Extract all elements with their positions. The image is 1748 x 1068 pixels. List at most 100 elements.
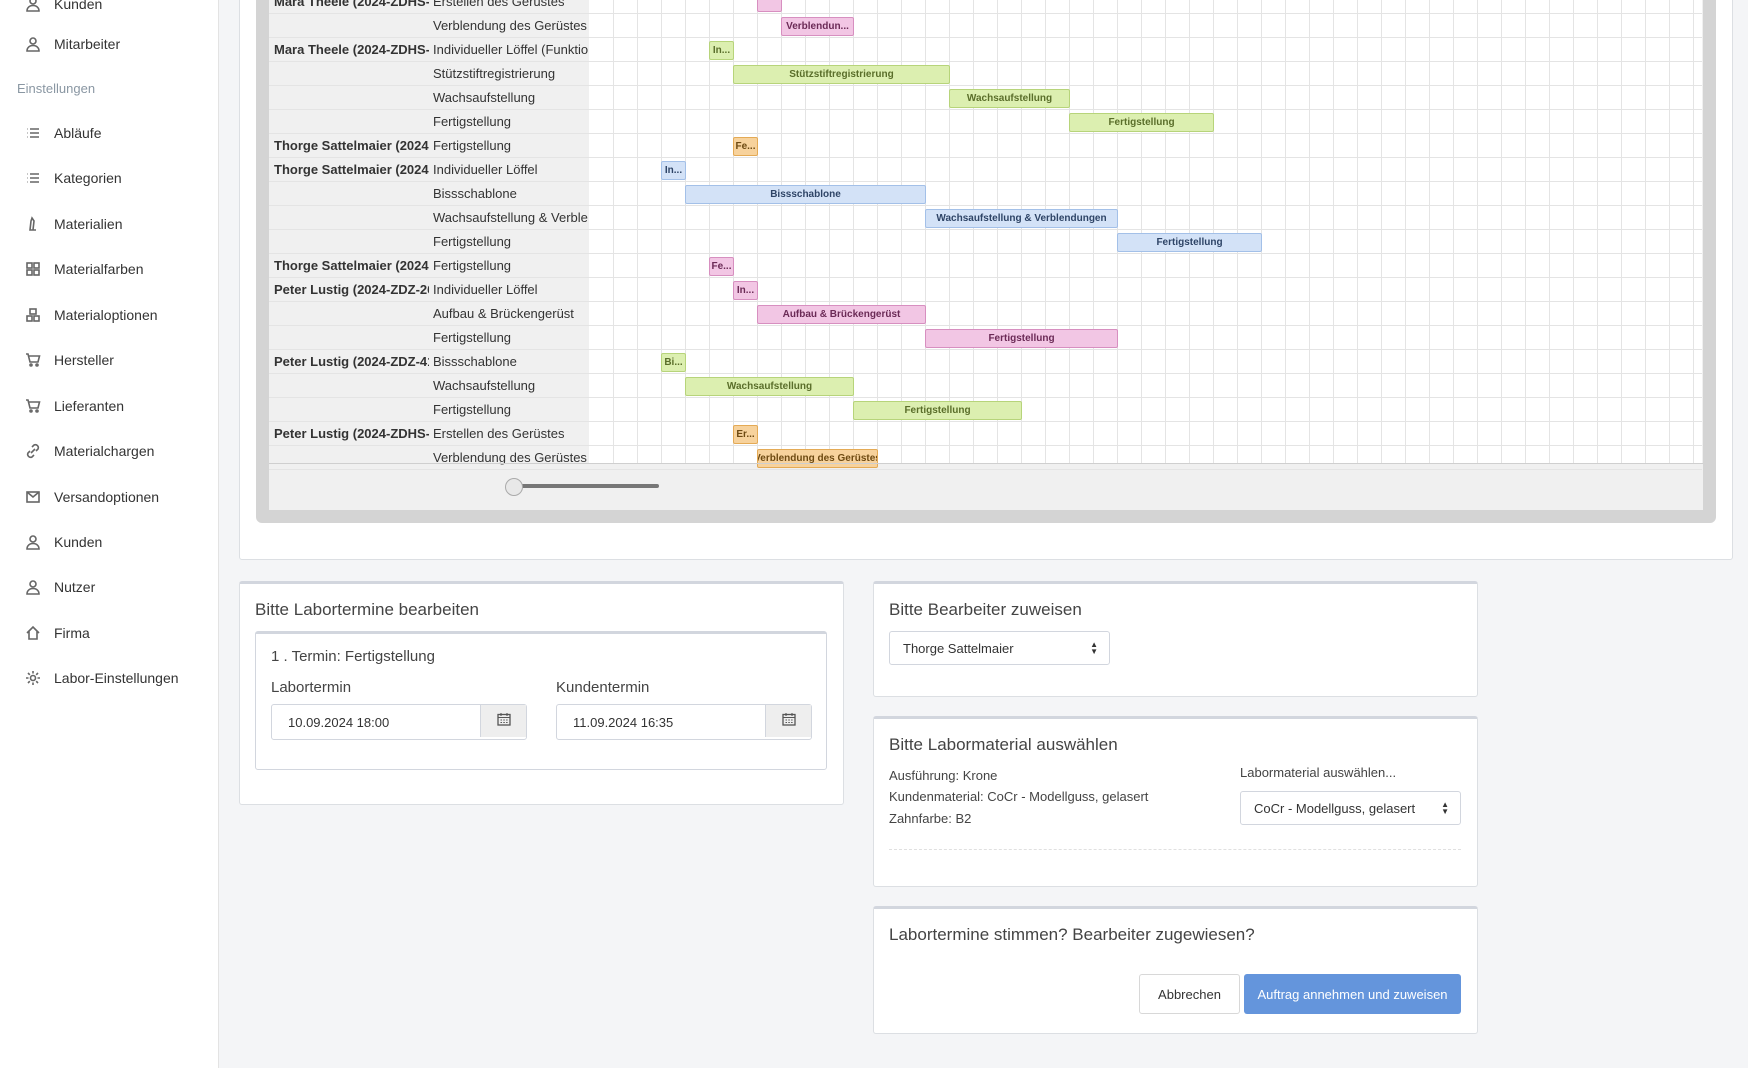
sidebar-item-labor-einstellungen[interactable]: Labor-Einstellungen bbox=[0, 658, 218, 698]
edit-termine-card: Bitte Labortermine bearbeiten 1 . Termin… bbox=[239, 581, 844, 805]
gantt-step-label: Wachsaufstellung bbox=[433, 378, 536, 393]
gantt-row-line bbox=[269, 13, 1702, 14]
gantt-grid-column-line bbox=[1693, 0, 1694, 464]
sidebar-item-label: Kategorien bbox=[54, 170, 122, 186]
gantt-task-bar[interactable]: Bissschablone bbox=[685, 185, 926, 204]
gantt-task-bar[interactable]: Fe... bbox=[733, 137, 758, 156]
assign-title: Bitte Bearbeiter zuweisen bbox=[889, 600, 1082, 619]
gantt-row-line bbox=[269, 301, 1702, 302]
gantt-grid-column-line bbox=[1117, 0, 1118, 464]
kundentermin-label: Kundentermin bbox=[556, 679, 650, 696]
gantt-grid-column-line bbox=[1141, 0, 1142, 464]
gantt-grid-column-line bbox=[1021, 0, 1022, 464]
labortermin-calendar-button[interactable] bbox=[480, 705, 526, 737]
sidebar-item-materialfarben[interactable]: Materialfarben bbox=[0, 249, 218, 289]
gantt-step-label: Bissschablone bbox=[433, 186, 517, 201]
sidebar-item-label: Kunden bbox=[54, 534, 103, 550]
gantt-task-bar[interactable]: Fe... bbox=[709, 257, 734, 276]
sidebar-item-kategorien[interactable]: Kategorien bbox=[0, 158, 218, 198]
gantt-step-label: Fertigstellung bbox=[433, 234, 512, 249]
gantt-grid-column-line bbox=[1549, 0, 1550, 464]
home-icon bbox=[24, 624, 42, 642]
sidebar-item-label: Abläufe bbox=[54, 125, 102, 141]
gantt-row-line bbox=[269, 61, 1702, 62]
gantt-task-bar[interactable]: Wachsaufstellung bbox=[949, 89, 1070, 108]
link-icon bbox=[24, 442, 42, 460]
sidebar-item-versandoptionen[interactable]: Versandoptionen bbox=[0, 477, 218, 517]
gantt-task-bar[interactable]: Fertigstellung bbox=[925, 329, 1118, 348]
sidebar-item-firma[interactable]: Firma bbox=[0, 613, 218, 653]
sidebar-item-lieferanten[interactable]: Lieferanten bbox=[0, 386, 218, 426]
sidebar-item-kunden-top[interactable]: Kunden bbox=[0, 0, 218, 24]
gantt-grid-column-line bbox=[1501, 0, 1502, 464]
gantt-task-bar[interactable]: Bi... bbox=[661, 353, 686, 372]
kundentermin-calendar-button[interactable] bbox=[765, 705, 811, 737]
bearbeiter-select[interactable]: Thorge Sattelmaier ▲ ▼ bbox=[889, 631, 1110, 665]
gantt-task-bar[interactable]: Er... bbox=[733, 425, 758, 444]
sidebar-item-hersteller[interactable]: Hersteller bbox=[0, 340, 218, 380]
gantt-step-label: Wachsaufstellung bbox=[433, 90, 536, 105]
gantt-row-line bbox=[269, 133, 1702, 134]
gantt-grid-column-line bbox=[1429, 0, 1430, 464]
sidebar-item-label: Nutzer bbox=[54, 579, 96, 595]
gantt-task-bar[interactable]: Wachsaufstellung & Verblendungen bbox=[925, 209, 1118, 228]
gantt-case-label: Peter Lustig (2024-ZDZ-41 bbox=[274, 354, 429, 369]
kundentermin-field[interactable] bbox=[556, 704, 812, 740]
gantt-task-bar[interactable]: Aufbau & Brückengerüst bbox=[757, 305, 926, 324]
gantt-task-bar[interactable] bbox=[757, 0, 782, 12]
gantt-grid-column-line bbox=[1285, 0, 1286, 464]
gantt-case-label: Peter Lustig (2024-ZDHS-6 bbox=[274, 426, 429, 441]
gantt-grid-column-line bbox=[1357, 0, 1358, 464]
gantt-grid-column-line bbox=[1381, 0, 1382, 464]
labortermin-input[interactable] bbox=[272, 705, 480, 739]
zoom-slider-handle[interactable] bbox=[505, 478, 523, 496]
gantt-grid-column-line bbox=[1261, 0, 1262, 464]
gantt-row-line bbox=[269, 421, 1702, 422]
cancel-button[interactable]: Abbrechen bbox=[1139, 974, 1240, 1014]
gantt-grid-column-line bbox=[1213, 0, 1214, 464]
gantt-grid-column-line bbox=[1597, 0, 1598, 464]
gantt-grid-column-line bbox=[1333, 0, 1334, 464]
sidebar-item-ablaeufe[interactable]: Abläufe bbox=[0, 113, 218, 153]
sidebar-item-label: Materialien bbox=[54, 216, 123, 232]
sidebar-item-kunden[interactable]: Kunden bbox=[0, 522, 218, 562]
sidebar-item-materialchargen[interactable]: Materialchargen bbox=[0, 431, 218, 471]
gantt-row-line bbox=[269, 469, 1702, 470]
gantt-grid-column-line bbox=[1477, 0, 1478, 464]
gantt-task-bar[interactable]: Fertigstellung bbox=[853, 401, 1022, 420]
gantt-task-bar[interactable]: Verblendun... bbox=[781, 17, 854, 36]
sidebar-item-materialien[interactable]: Materialien bbox=[0, 204, 218, 244]
sidebar-item-label: Kunden bbox=[54, 0, 103, 12]
gantt-task-bar[interactable]: In... bbox=[709, 41, 734, 60]
gantt-task-bar[interactable]: Fertigstellung bbox=[1069, 113, 1214, 132]
labormaterial-select[interactable]: CoCr - Modellguss, gelasert ▲ ▼ bbox=[1240, 791, 1461, 825]
gantt-grid-column-line bbox=[1669, 0, 1670, 464]
sidebar-item-mitarbeiter[interactable]: Mitarbeiter bbox=[0, 24, 218, 64]
sidebar-item-materialoptionen[interactable]: Materialoptionen bbox=[0, 295, 218, 335]
gantt-grid-column-line bbox=[1453, 0, 1454, 464]
labortermin-field[interactable] bbox=[271, 704, 527, 740]
termin-box: 1 . Termin: Fertigstellung Labortermin K… bbox=[255, 631, 827, 770]
sidebar-item-label: Firma bbox=[54, 625, 90, 641]
select-arrows-icon: ▲ ▼ bbox=[1090, 640, 1098, 656]
gantt-task-bar[interactable]: Wachsaufstellung bbox=[685, 377, 854, 396]
kundentermin-input[interactable] bbox=[557, 705, 765, 739]
gantt-row-line bbox=[269, 325, 1702, 326]
confirm-card: Labortermine stimmen? Bearbeiter zugewie… bbox=[873, 906, 1478, 1034]
gantt-task-bar[interactable]: In... bbox=[661, 161, 686, 180]
sidebar-item-nutzer[interactable]: Nutzer bbox=[0, 567, 218, 607]
gantt-task-bar[interactable]: Verblendung des Gerüstes bbox=[757, 449, 878, 468]
zoom-slider-track[interactable] bbox=[507, 484, 659, 488]
gantt-task-bar[interactable]: In... bbox=[733, 281, 758, 300]
user-icon bbox=[24, 0, 42, 13]
zahnfarbe-text: Zahnfarbe: B2 bbox=[889, 811, 972, 826]
gantt-grid-column-line bbox=[1069, 0, 1070, 464]
user-icon bbox=[24, 578, 42, 596]
termin-title: 1 . Termin: Fertigstellung bbox=[271, 648, 435, 665]
gantt-step-label: Fertigstellung bbox=[433, 114, 512, 129]
accept-assign-button[interactable]: Auftrag annehmen und zuweisen bbox=[1244, 974, 1461, 1014]
sidebar-item-label: Labor-Einstellungen bbox=[54, 670, 179, 686]
gantt-task-bar[interactable]: Fertigstellung bbox=[1117, 233, 1262, 252]
sidebar-item-label: Hersteller bbox=[54, 352, 114, 368]
gantt-task-bar[interactable]: Stützstiftregistrierung bbox=[733, 65, 950, 84]
